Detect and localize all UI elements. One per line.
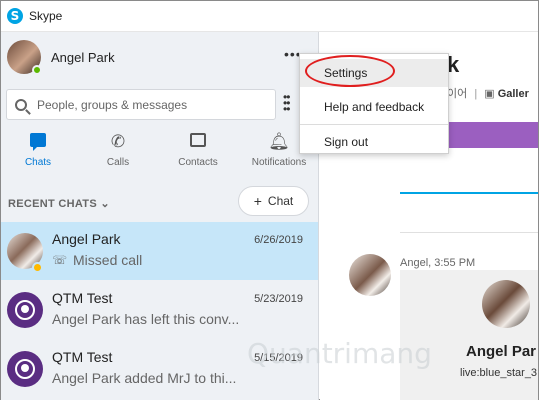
profile-name[interactable]: Angel Park — [51, 50, 115, 65]
avatar[interactable] — [349, 254, 391, 296]
menu-divider — [300, 124, 448, 125]
menu-item-sign-out[interactable]: Sign out — [300, 128, 448, 156]
card-name: Angel Par — [466, 343, 537, 360]
tab-calls[interactable]: ✆ Calls — [83, 132, 153, 168]
chat-name: QTM Test — [52, 290, 113, 306]
chat-name: QTM Test — [52, 349, 113, 365]
chat-name: Angel Park — [52, 231, 121, 247]
recent-chats-header: RECENT CHATS ⌄ + Chat — [1, 184, 318, 222]
tab-chats[interactable]: Chats — [3, 132, 73, 168]
banner — [447, 122, 538, 148]
plus-icon: + — [253, 193, 262, 209]
chat-date: 5/23/2019 — [254, 293, 303, 305]
tab-label: Contacts — [178, 157, 218, 168]
search-placeholder: People, groups & messages — [37, 97, 188, 112]
tab-label: Chats — [24, 157, 52, 168]
new-chat-label: Chat — [267, 194, 294, 208]
chat-preview: ☏ Missed call — [52, 252, 247, 268]
recent-chats-dropdown[interactable]: RECENT CHATS ⌄ — [8, 197, 110, 210]
profile[interactable]: Angel Park — [7, 40, 115, 75]
avatar — [482, 280, 530, 328]
phone-icon: ✆ — [110, 132, 126, 152]
skype-logo-icon: S — [7, 8, 23, 24]
dialpad-icon[interactable]: •• •• •• — [283, 91, 290, 115]
chat-icon — [3, 132, 73, 154]
missed-call-icon: ☏ — [52, 253, 68, 267]
tab-label: Calls — [106, 157, 130, 168]
search-input[interactable]: People, groups & messages — [6, 89, 276, 120]
recent-chats-label: RECENT CHATS — [8, 198, 97, 210]
search-icon — [15, 98, 27, 111]
online-status-icon — [32, 65, 42, 75]
gallery-link[interactable]: Galler — [498, 88, 529, 100]
menu-item-help[interactable]: Help and feedback — [300, 93, 448, 121]
window-title: Skype — [29, 9, 63, 23]
tab-contacts[interactable]: Contacts — [163, 132, 233, 168]
chat-date: 5/15/2019 — [254, 352, 303, 364]
sidebar: Angel Park ••• People, groups & messages… — [1, 32, 319, 400]
away-status-icon — [32, 262, 43, 273]
chat-date: 6/26/2019 — [254, 234, 303, 246]
divider — [400, 192, 538, 194]
divider — [400, 232, 538, 233]
avatar[interactable] — [7, 40, 42, 75]
subtitle-text: 이어 — [447, 88, 468, 100]
group-avatar-icon — [7, 292, 43, 328]
chevron-down-icon: ⌄ — [100, 198, 110, 210]
contact-card[interactable]: Angel Par live:blue_star_3 — [400, 270, 538, 400]
card-id: live:blue_star_3 — [460, 367, 538, 379]
profile-menu: Settings Help and feedback Sign out — [299, 53, 449, 154]
chat-preview: Angel Park added MrJ to thi... — [52, 370, 237, 386]
contacts-icon — [163, 132, 233, 154]
menu-item-settings[interactable]: Settings — [300, 59, 448, 87]
list-item[interactable]: QTM Test 5/23/2019 Angel Park has left t… — [1, 281, 318, 339]
list-item[interactable]: Angel Park 6/26/2019 ☏ Missed call — [1, 222, 318, 280]
new-chat-button[interactable]: + Chat — [238, 186, 309, 216]
title-bar: S Skype — [1, 1, 538, 32]
message-meta: Angel, 3:55 PM — [400, 257, 476, 269]
chat-preview: Angel Park has left this conv... — [52, 311, 240, 327]
group-avatar-icon — [7, 351, 43, 387]
chat-preview-text: Missed call — [73, 252, 143, 268]
list-item[interactable]: QTM Test 5/15/2019 Angel Park added MrJ … — [1, 340, 318, 398]
tab-bar: Chats ✆ Calls Contacts 🔔︎ Notifications — [1, 132, 318, 176]
gallery-icon: ▣ — [484, 88, 495, 100]
conversation-subtitle: 이어 | ▣ Galler — [447, 88, 529, 100]
tab-label: Notifications — [251, 157, 307, 168]
